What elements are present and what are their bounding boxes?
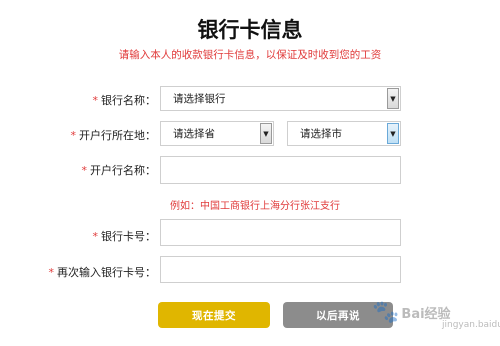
- branch-location-label: * 开户行所在地：: [71, 127, 157, 143]
- card-number-label-text: 银行卡号：: [101, 230, 156, 243]
- bank-select-value: 请选择银行: [173, 93, 226, 105]
- page-subtitle: 请输入本人的收款银行卡信息，以保证及时收到您的工资: [118, 49, 382, 61]
- branch-name-label-text: 开户行名称：: [90, 164, 156, 177]
- bank-name-label-text: 银行名称：: [101, 94, 156, 107]
- baidu-jingyan-watermark: 🐾 Bai经验 jingyan.baidu.com: [372, 292, 500, 332]
- branch-location-label-text: 开户行所在地：: [79, 129, 156, 142]
- bank-name-label: * 银行名称：: [93, 92, 157, 108]
- branch-name-input[interactable]: [160, 156, 401, 184]
- city-select[interactable]: 请选择市 ▼: [287, 121, 401, 146]
- card-number-confirm-label: * 再次输入银行卡号：: [49, 264, 157, 280]
- chevron-down-icon[interactable]: ▼: [387, 88, 399, 109]
- province-select-value: 请选择省: [173, 128, 215, 140]
- paw-icon: 🐾: [372, 299, 400, 325]
- city-select-value: 请选择市: [300, 128, 342, 140]
- card-number-input[interactable]: [160, 219, 401, 246]
- province-select[interactable]: 请选择省 ▼: [160, 121, 274, 146]
- branch-name-label: * 开户行名称：: [82, 162, 157, 178]
- required-mark: *: [92, 230, 99, 243]
- card-number-label: * 银行卡号：: [93, 228, 157, 244]
- chevron-down-icon[interactable]: ▼: [260, 123, 272, 144]
- required-mark: *: [48, 266, 55, 279]
- required-mark: *: [70, 129, 77, 142]
- page-title: 银行卡信息: [197, 18, 303, 42]
- card-number-confirm-label-text: 再次输入银行卡号：: [57, 266, 156, 279]
- submit-now-button[interactable]: 现在提交: [158, 302, 270, 328]
- chevron-down-icon[interactable]: ▼: [387, 123, 399, 144]
- required-mark: *: [81, 164, 88, 177]
- required-mark: *: [92, 94, 99, 107]
- branch-name-example: 例如：中国工商银行上海分行张江支行: [170, 201, 340, 212]
- watermark-sub: jingyan.baidu.com: [442, 320, 500, 330]
- watermark-text: Bai经验: [401, 306, 451, 322]
- card-number-confirm-input[interactable]: [160, 256, 401, 283]
- bank-select[interactable]: 请选择银行 ▼: [160, 86, 401, 111]
